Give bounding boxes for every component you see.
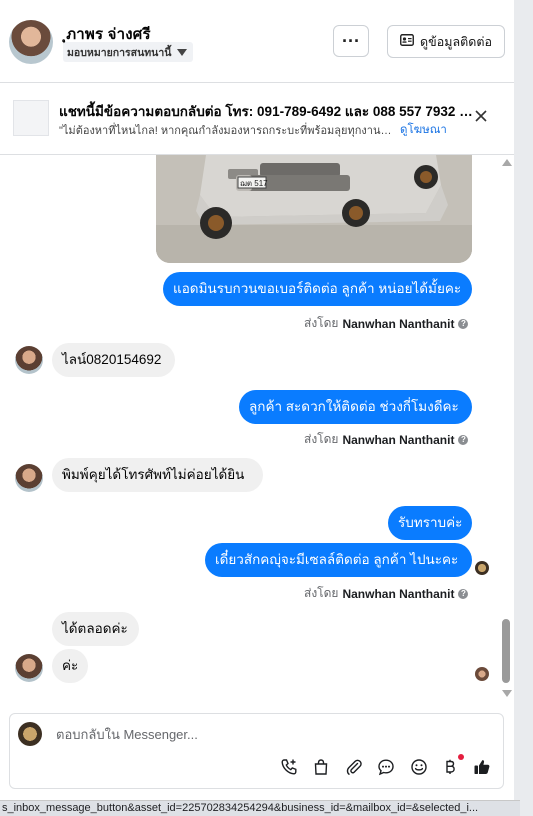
- sent-by-prefix: ส่งโดย: [304, 586, 339, 600]
- scroll-down-arrow-icon[interactable]: [502, 690, 512, 697]
- view-contact-label: ดูข้อมูลติดต่อ: [420, 34, 492, 49]
- conversation-header: ุภาพร จ่างศรี มอบหมายการสนทนานี้ ··· ดูข…: [0, 0, 514, 83]
- message-bubble-outgoing[interactable]: ลูกค้า สะดวกให้ติดต่อ ช่วงกี่โมงดีคะ: [239, 390, 472, 424]
- caret-down-icon: [177, 48, 188, 56]
- messenger-panel: ุภาพร จ่างศรี มอบหมายการสนทนานี้ ··· ดูข…: [0, 0, 514, 800]
- sent-by-prefix: ส่งโดย: [304, 432, 339, 446]
- message-bubble-incoming[interactable]: ได้ตลอดค่ะ: [52, 612, 139, 646]
- seen-indicator: [475, 667, 489, 681]
- info-icon[interactable]: ?: [458, 318, 469, 329]
- browser-status-bar: s_inbox_message_button&asset_id=22570283…: [0, 800, 520, 816]
- ad-description: "ไม่ต้องหาที่ไหนไกล! หากคุณกำลังมองหารถก…: [59, 125, 392, 137]
- chat-bubble-icon[interactable]: [375, 756, 397, 778]
- assign-label: มอบหมายการสนทนานี้: [67, 46, 172, 59]
- message-bubble-outgoing[interactable]: รับทราบค่ะ: [388, 506, 472, 540]
- paperclip-icon[interactable]: [343, 756, 365, 778]
- thumbs-up-icon[interactable]: [471, 756, 493, 778]
- sent-by-name[interactable]: Nanwhan Nanthanit: [342, 587, 454, 601]
- ad-thumbnail[interactable]: [13, 100, 49, 136]
- contact-avatar-small[interactable]: [15, 464, 43, 492]
- message-composer: [9, 713, 504, 789]
- close-icon[interactable]: [474, 109, 488, 128]
- sent-by-line: ส่งโดย Nanwhan Nanthanit ?: [304, 430, 469, 449]
- ad-title: แชทนี้มีข้อความตอบกลับต่อ โทร: 091-789-6…: [59, 104, 477, 119]
- assign-conversation-dropdown[interactable]: มอบหมายการสนทนานี้: [63, 42, 194, 62]
- license-plate: ฌต 517: [240, 179, 268, 188]
- message-thread: ฌต 517 แอดมินรบกวนขอเบอร์ติดต่อ ลูกค้า ห…: [0, 155, 514, 705]
- phone-add-icon[interactable]: [278, 756, 300, 778]
- seen-indicator: [475, 561, 489, 575]
- view-contact-button[interactable]: ดูข้อมูลติดต่อ: [387, 25, 505, 58]
- message-bubble-incoming[interactable]: ค่ะ: [52, 649, 88, 683]
- contact-avatar-small[interactable]: [15, 346, 43, 374]
- sent-by-name[interactable]: Nanwhan Nanthanit: [342, 433, 454, 447]
- contact-avatar-small[interactable]: [15, 654, 43, 682]
- reply-input[interactable]: [54, 726, 488, 743]
- message-bubble-incoming[interactable]: ไลน์0820154692: [52, 343, 175, 377]
- contact-avatar[interactable]: [9, 20, 53, 64]
- sent-by-name[interactable]: Nanwhan Nanthanit: [342, 317, 454, 331]
- car-photo-attachment[interactable]: ฌต 517: [156, 155, 472, 263]
- info-icon[interactable]: ?: [458, 434, 469, 445]
- car-photo-illustration: ฌต 517: [156, 155, 472, 263]
- info-icon[interactable]: ?: [458, 588, 469, 599]
- message-bubble-outgoing[interactable]: เดี๋ยวสักคญุ่จะมีเซลล์ติดต่อ ลูกค้า ไปนะ…: [205, 543, 472, 577]
- sent-by-line: ส่งโดย Nanwhan Nanthanit ?: [304, 584, 469, 603]
- page-avatar: [18, 722, 42, 746]
- emoji-icon[interactable]: [408, 756, 430, 778]
- more-options-button[interactable]: ···: [333, 25, 369, 57]
- message-bubble-incoming[interactable]: พิมพ์คุยได้โทรศัพท์ไม่ค่อยได้ยิน: [52, 458, 263, 492]
- notification-dot: [458, 754, 464, 760]
- view-ad-link[interactable]: ดูโฆษณา: [400, 121, 447, 139]
- shopping-bag-icon[interactable]: [310, 756, 332, 778]
- ad-subline: "ไม่ต้องหาที่ไหนไกล! หากคุณกำลังมองหารถก…: [59, 121, 447, 139]
- ad-banner: แชทนี้มีข้อความตอบกลับต่อ โทร: 091-789-6…: [0, 83, 514, 155]
- scroll-up-arrow-icon[interactable]: [502, 159, 512, 166]
- window-edge: [514, 0, 533, 816]
- scrollbar-thumb[interactable]: [502, 619, 510, 683]
- sent-by-prefix: ส่งโดย: [304, 316, 339, 330]
- baht-icon[interactable]: [439, 756, 461, 778]
- message-bubble-outgoing[interactable]: แอดมินรบกวนขอเบอร์ติดต่อ ลูกค้า หน่อยได้…: [163, 272, 472, 306]
- sent-by-line: ส่งโดย Nanwhan Nanthanit ?: [304, 314, 469, 333]
- contact-card-icon: [400, 34, 414, 49]
